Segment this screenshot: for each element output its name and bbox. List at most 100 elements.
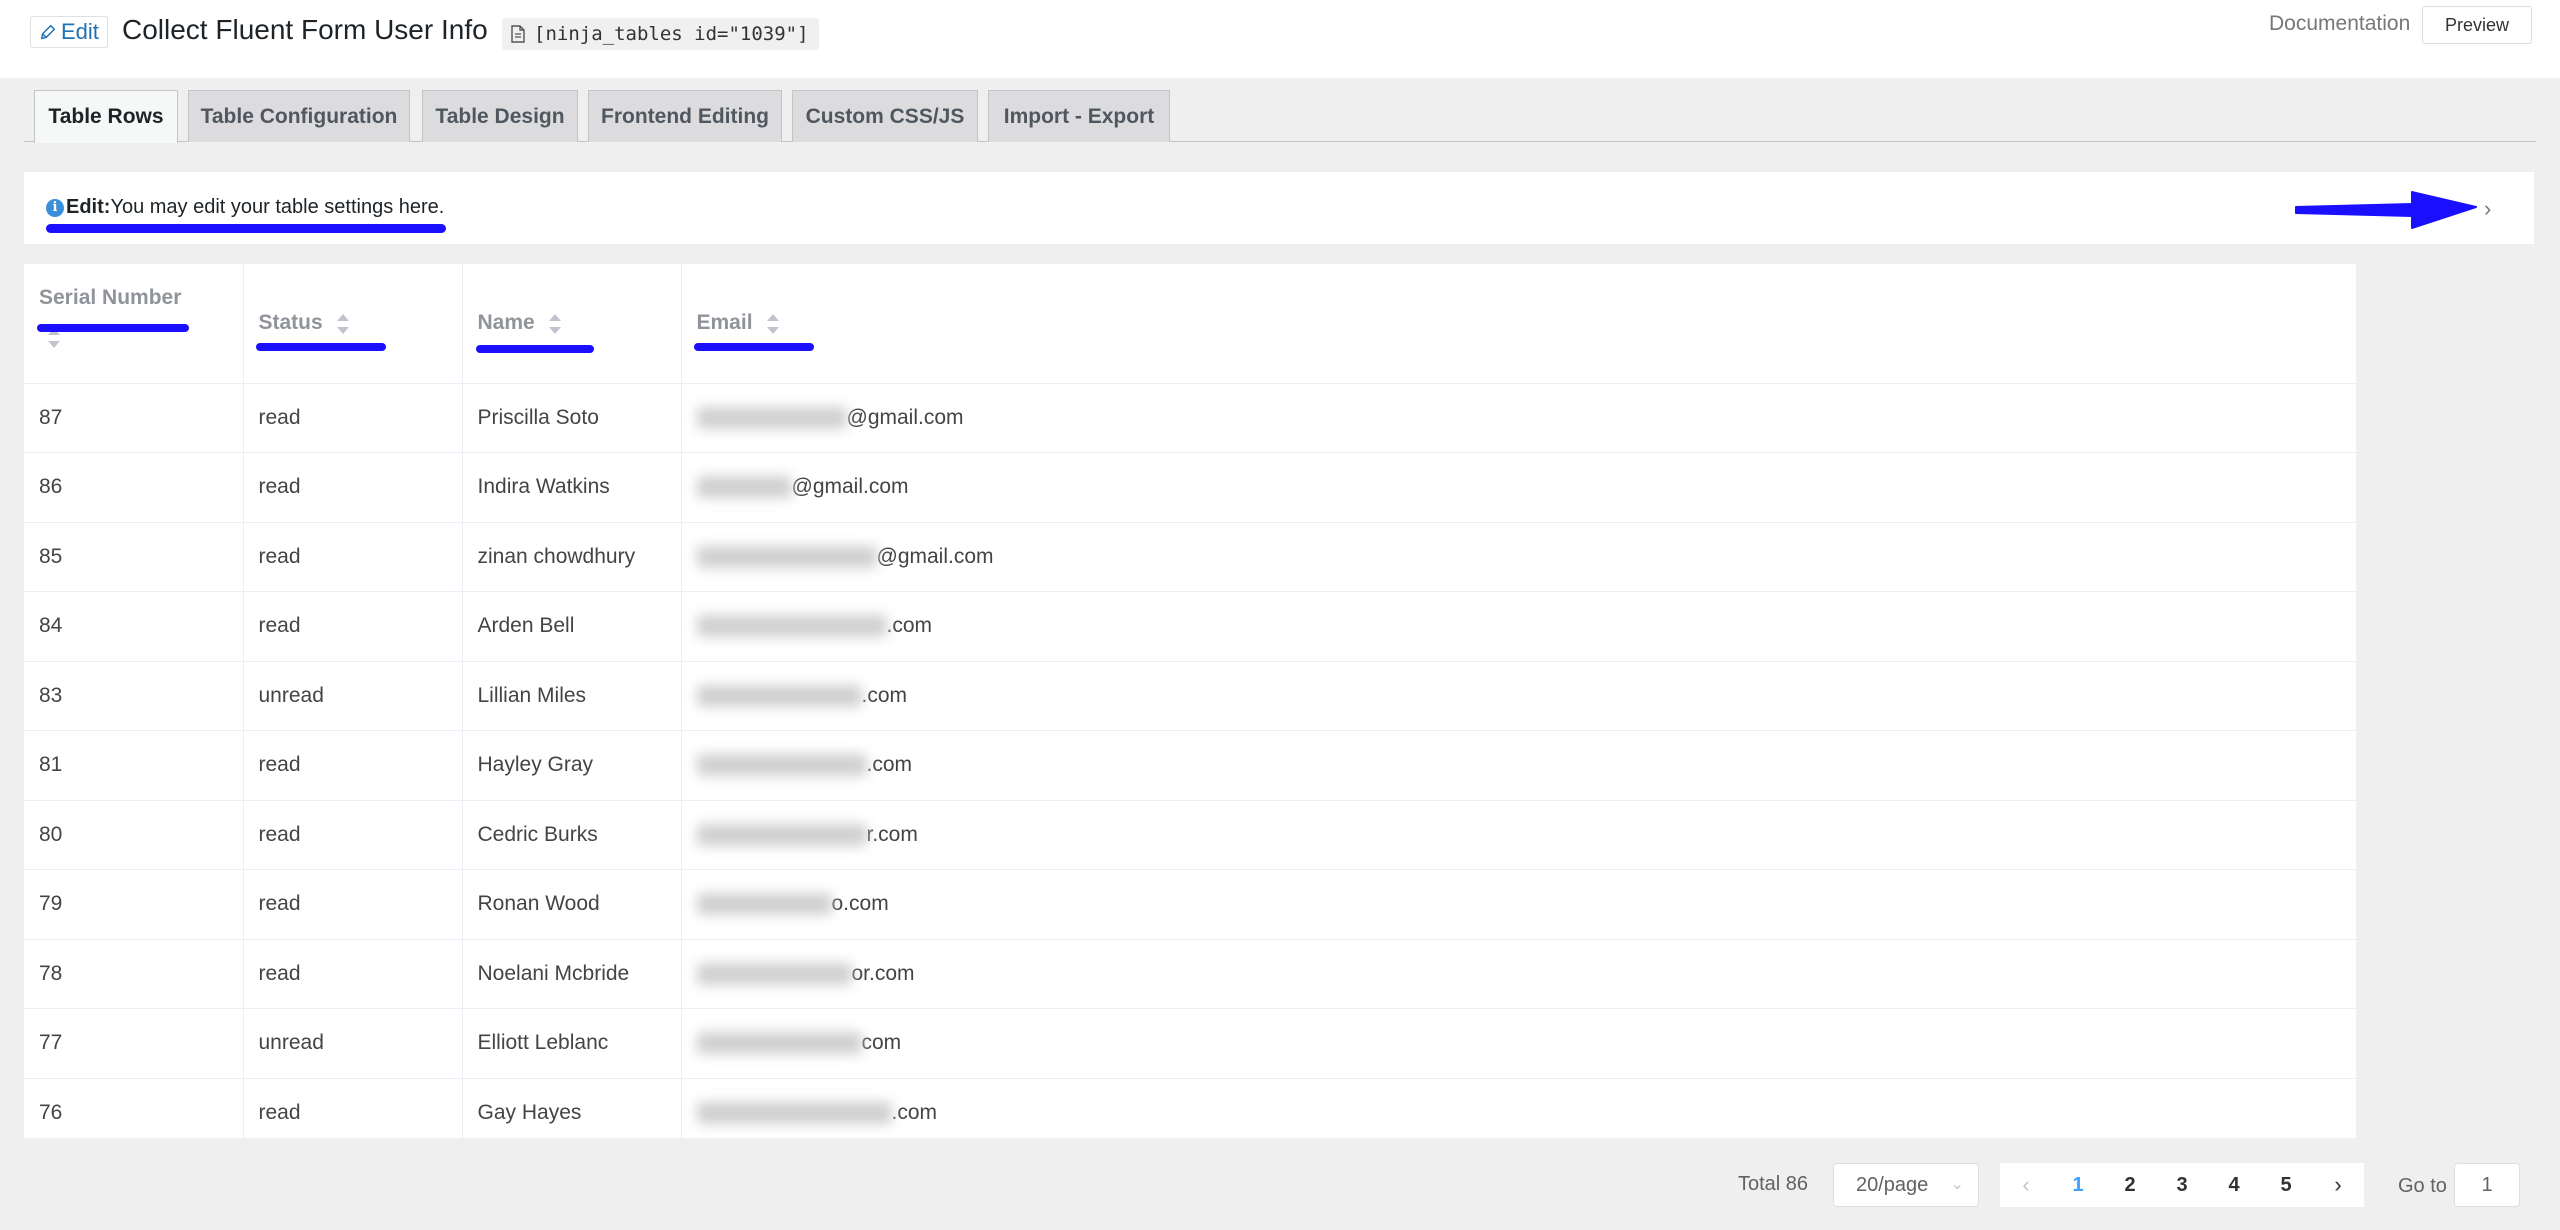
cell-status: read [243, 591, 463, 662]
column-header-email[interactable]: Email [681, 264, 2356, 384]
chevron-left-icon[interactable]: ‹ [2000, 1172, 2052, 1198]
email-value: o.com [696, 892, 2357, 916]
total-count: Total 86 [1738, 1173, 1809, 1195]
goto-page-input[interactable] [2454, 1163, 2520, 1207]
page-1[interactable]: 1 [2052, 1174, 2104, 1197]
email-visible-part: com [861, 1031, 902, 1055]
cell-status: read [243, 1078, 463, 1138]
tab-custom-css-js[interactable]: Custom CSS/JS [792, 90, 978, 142]
pager: ‹ 1 2 3 4 5 › [2000, 1163, 2364, 1207]
cell-email: @gmail.com [681, 452, 2357, 523]
column-header-name[interactable]: Name [462, 264, 682, 384]
table-row[interactable]: 78 read Noelani Mcbride or.com [24, 939, 2356, 1009]
email-visible-part: .com [866, 753, 913, 777]
redacted-email-blur [696, 476, 792, 499]
cell-status: read [243, 730, 463, 801]
cell-name: Noelani Mcbride [462, 939, 682, 1009]
cell-serial-number: 85 [24, 522, 244, 592]
tab-table-rows[interactable]: Table Rows [34, 90, 178, 143]
email-value: .com [696, 614, 2357, 638]
table-row[interactable]: 87 read Priscilla Soto @gmail.com [24, 383, 2356, 453]
email-visible-part: o.com [831, 892, 889, 916]
chevron-down-icon: ⌄ [1950, 1176, 1964, 1193]
cell-email: o.com [681, 869, 2357, 940]
email-value: .com [696, 683, 2357, 708]
cell-serial-number: 83 [24, 661, 244, 731]
cell-status: unread [243, 1008, 463, 1079]
email-value: .com [696, 753, 2357, 777]
edit-label: Edit [61, 19, 99, 44]
table-row[interactable]: 76 read Gay Hayes .com [24, 1078, 2356, 1138]
cell-status: read [243, 939, 463, 1009]
sort-icon[interactable] [548, 313, 561, 334]
page-3[interactable]: 3 [2156, 1174, 2208, 1197]
table-row[interactable]: 79 read Ronan Wood o.com [24, 869, 2357, 940]
redacted-email-blur [696, 1101, 892, 1124]
cell-name: Hayley Gray [462, 730, 682, 801]
preview-button[interactable]: Preview [2422, 6, 2532, 44]
table-row[interactable]: 84 read Arden Bell .com [24, 591, 2357, 662]
cell-serial-number: 81 [24, 730, 244, 801]
cell-email: @gmail.com [681, 383, 2356, 453]
annotation-arrow-icon [2295, 191, 2477, 229]
sort-icon[interactable] [766, 313, 779, 334]
table-row[interactable]: 86 read Indira Watkins @gmail.com [24, 452, 2357, 523]
redacted-email-blur [696, 754, 867, 777]
info-icon: i [46, 198, 64, 217]
page-4[interactable]: 4 [2208, 1174, 2260, 1197]
cell-status: read [243, 522, 463, 592]
annotation-underline [46, 224, 446, 233]
tab-table-configuration[interactable]: Table Configuration [188, 90, 410, 142]
shortcode-badge[interactable]: [ninja_tables id="1039"] [502, 18, 819, 50]
sort-icon[interactable] [336, 313, 349, 334]
email-visible-part: .com [861, 683, 908, 707]
tab-import-export[interactable]: Import - Export [988, 90, 1170, 142]
email-value: r.com [696, 823, 2357, 847]
redacted-email-blur [696, 545, 877, 568]
email-visible-part: @gmail.com [791, 475, 909, 499]
cell-email: @gmail.com [681, 522, 2356, 592]
document-icon [511, 25, 525, 43]
column-label-name: Name [477, 311, 535, 335]
cell-serial-number: 78 [24, 939, 244, 1009]
table-row[interactable]: 81 read Hayley Gray .com [24, 730, 2357, 801]
notice-content: i Edit: You may edit your table settings… [46, 196, 444, 219]
table-row[interactable]: 80 read Cedric Burks r.com [24, 800, 2356, 870]
table-row[interactable]: 83 unread Lillian Miles .com [24, 661, 2356, 731]
email-value: @gmail.com [696, 406, 2357, 430]
cell-serial-number: 77 [24, 1008, 244, 1079]
column-header-serial-number[interactable]: Serial Number [24, 264, 244, 384]
cell-name: Arden Bell [462, 591, 682, 662]
page-size-select[interactable]: 20/page ⌄ [1833, 1163, 1979, 1207]
annotation-underline [475, 345, 594, 353]
settings-tabs: Table Rows Table Configuration Table Des… [24, 90, 2536, 143]
email-visible-part: or.com [851, 961, 915, 985]
cell-name: Cedric Burks [462, 800, 682, 870]
table-header-row: Serial Number Status Name Email [24, 264, 2356, 384]
tab-frontend-editing[interactable]: Frontend Editing [588, 90, 782, 142]
column-header-status[interactable]: Status [243, 264, 463, 384]
goto-label: Go to [2398, 1175, 2447, 1197]
shortcode-text: [ninja_tables id="1039"] [534, 23, 809, 45]
cell-name: Priscilla Soto [462, 383, 682, 453]
tab-table-design[interactable]: Table Design [422, 90, 578, 142]
cell-status: read [243, 800, 463, 870]
redacted-email-blur [696, 962, 852, 985]
page-2[interactable]: 2 [2104, 1174, 2156, 1197]
cell-email: .com [681, 730, 2357, 801]
redacted-email-blur [696, 615, 887, 638]
email-value: @gmail.com [696, 544, 2357, 569]
email-value: @gmail.com [696, 475, 2357, 499]
email-visible-part: @gmail.com [876, 544, 994, 568]
page-5[interactable]: 5 [2260, 1174, 2312, 1197]
cell-email: .com [681, 661, 2356, 731]
table-row[interactable]: 85 read zinan chowdhury @gmail.com [24, 522, 2356, 592]
column-label-serial-number: Serial Number [39, 286, 182, 309]
cell-serial-number: 86 [24, 452, 244, 523]
documentation-link[interactable]: Documentation [2269, 12, 2410, 36]
redacted-email-blur [696, 893, 832, 916]
chevron-right-icon[interactable]: › [2312, 1172, 2364, 1198]
table-row[interactable]: 77 unread Elliott Leblanc com [24, 1008, 2356, 1079]
chevron-right-icon[interactable]: › [2484, 196, 2491, 222]
edit-title-button[interactable]: Edit [30, 16, 108, 48]
